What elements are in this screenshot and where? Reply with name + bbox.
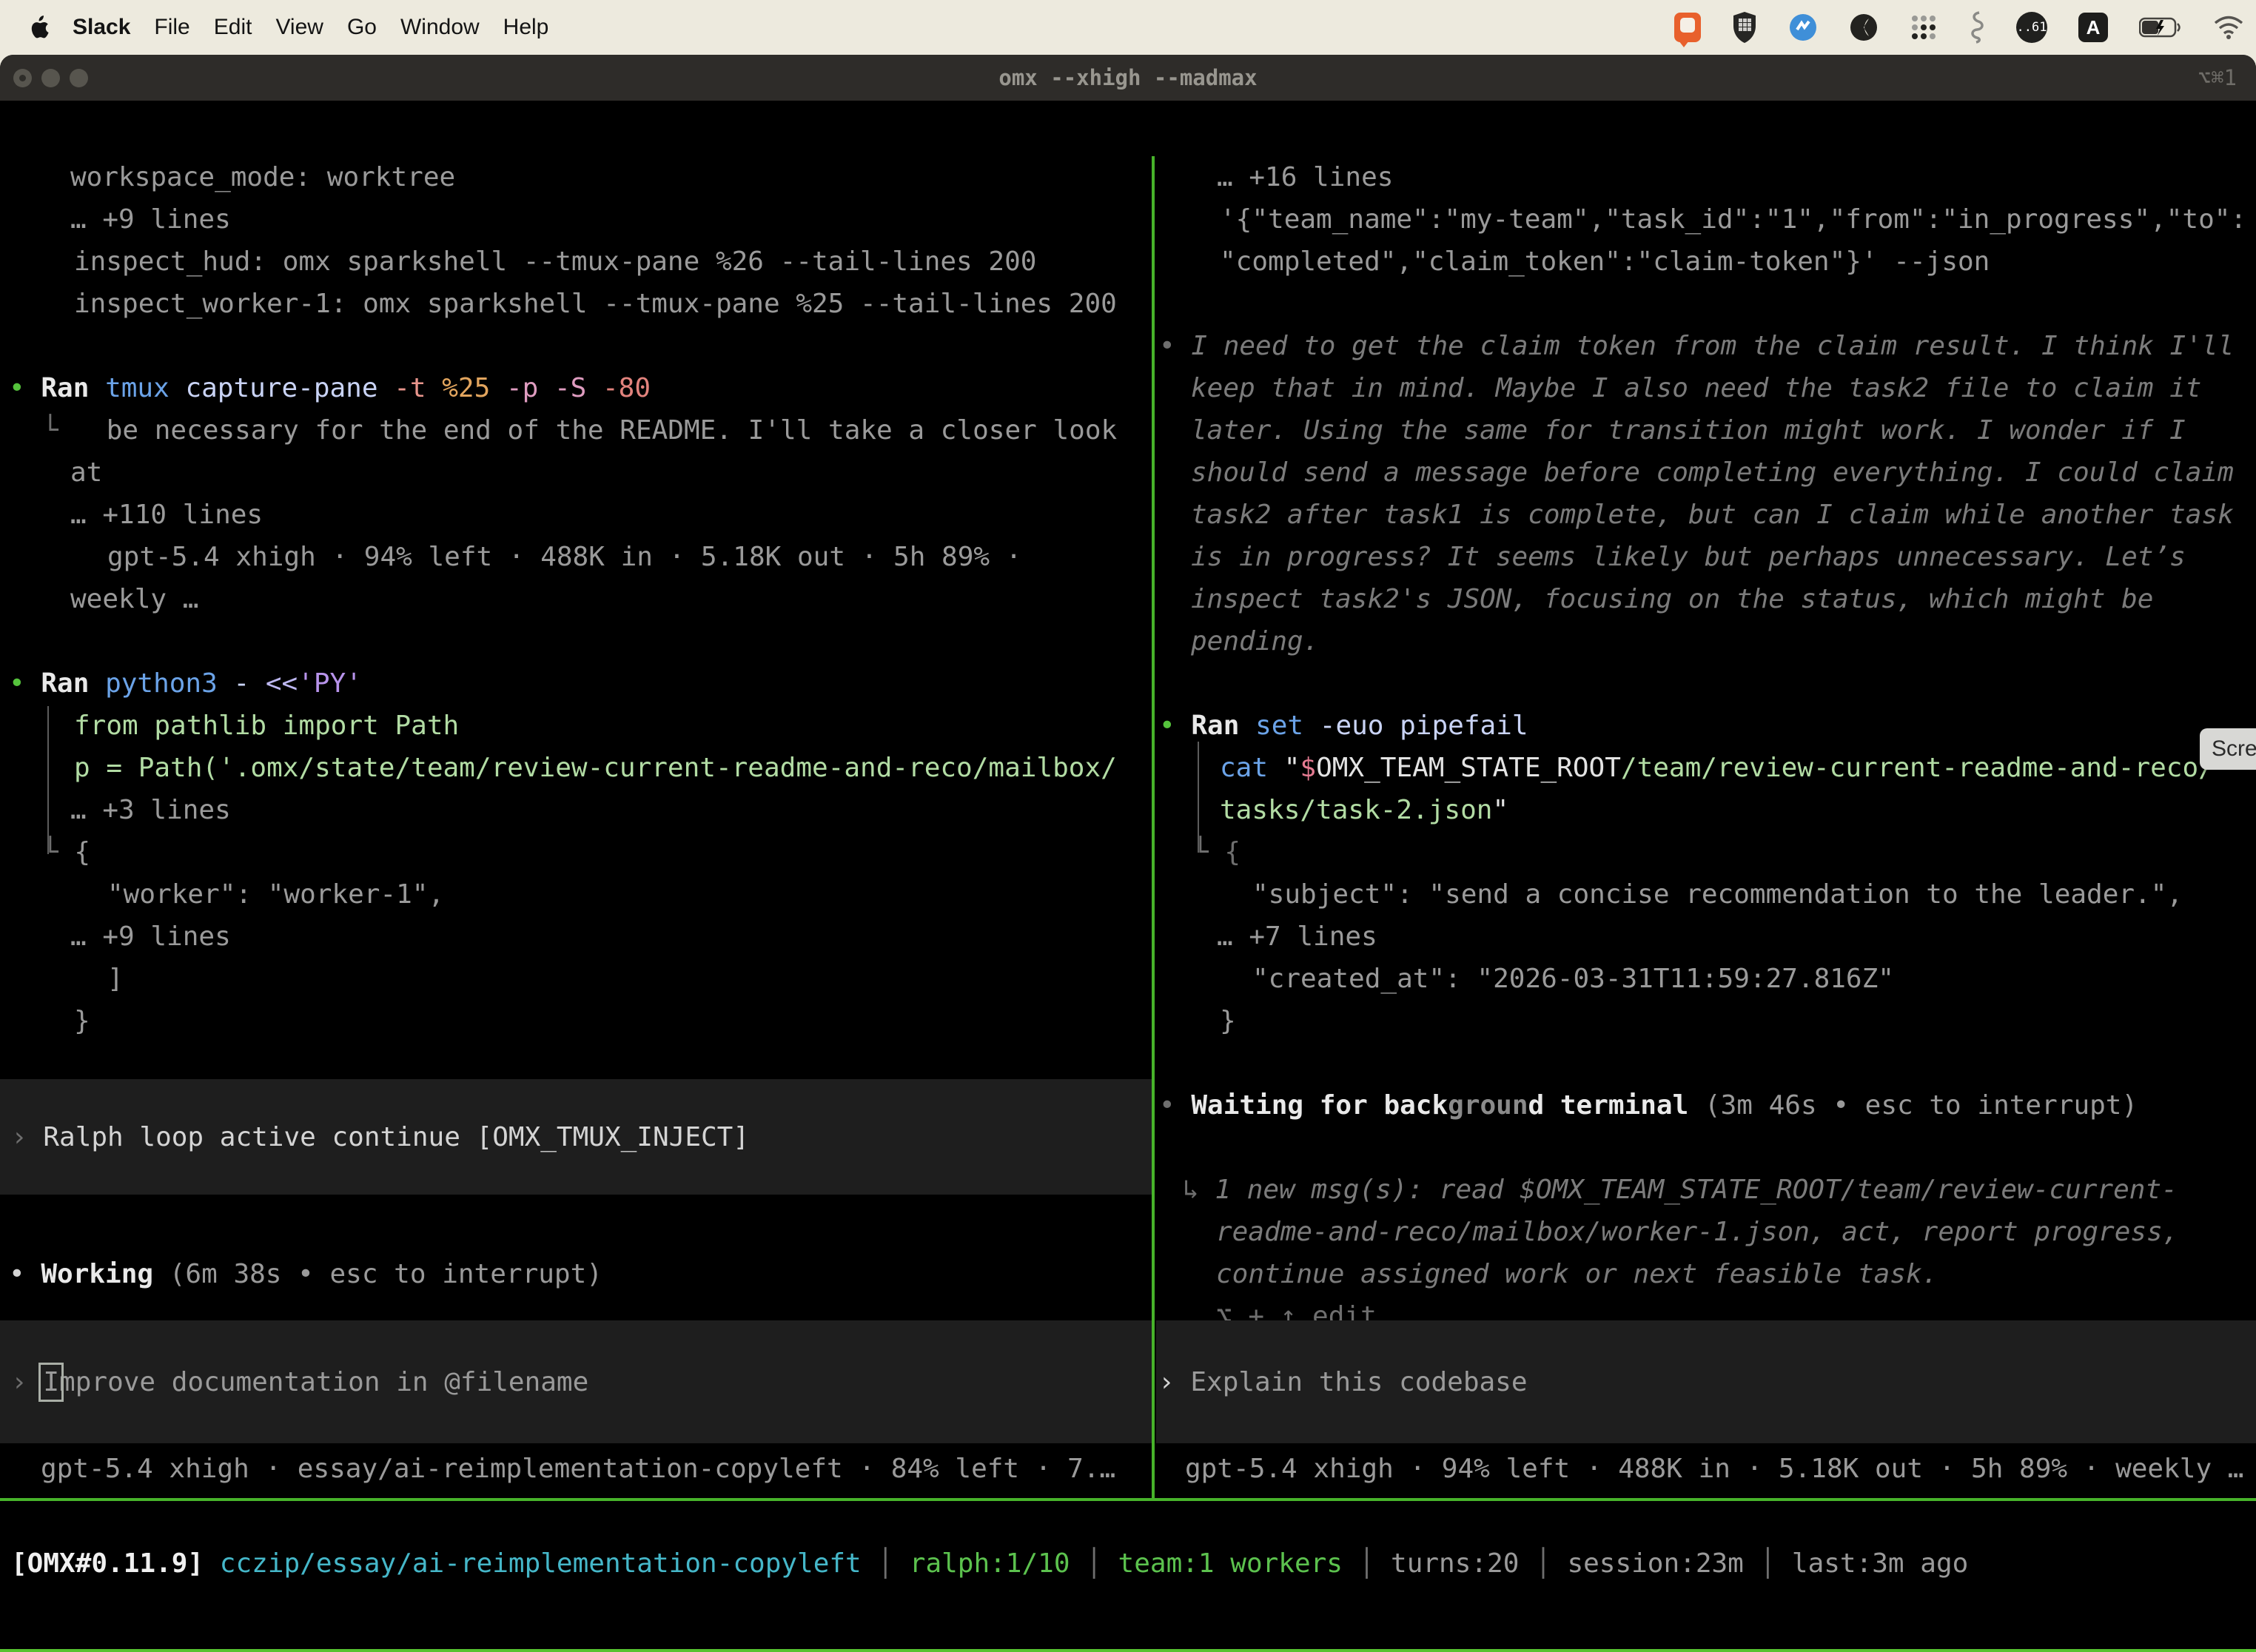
pane-divider-horizontal[interactable]	[0, 1498, 2256, 1501]
connector-line	[47, 706, 49, 854]
new-message-note: ↳ 1 new msg(s): read $OMX_TEAM_STATE_ROO…	[1156, 1169, 2256, 1337]
menu-edit[interactable]: Edit	[214, 15, 252, 40]
wifi-icon[interactable]	[2213, 16, 2244, 39]
left-pane-output: workspace_mode: worktree… +9 linesinspec…	[0, 156, 1152, 1042]
menu-bar: Slack File Edit View Go Window Help ..61…	[0, 0, 2256, 55]
input-source-icon[interactable]: A	[2078, 13, 2108, 42]
waiting-status-line: • Waiting for background terminal (3m 46…	[1156, 1084, 2256, 1126]
terminal-window: omx --xhigh --madmax ⌥⌘1 workspace_mode:…	[0, 55, 2256, 1652]
apple-logo-icon[interactable]	[30, 16, 49, 39]
menu-window[interactable]: Window	[400, 15, 480, 40]
battery-percent-badge-icon[interactable]: ..61	[2016, 12, 2047, 43]
menu-file[interactable]: File	[154, 15, 189, 40]
left-prompt-input[interactable]: › Improve documentation in @filename	[0, 1320, 1152, 1443]
shield-icon[interactable]	[1732, 12, 1757, 43]
right-prompt-input[interactable]: › Explain this codebase	[1156, 1320, 2256, 1443]
window-titlebar[interactable]: omx --xhigh --madmax ⌥⌘1	[0, 55, 2256, 101]
chat-app-icon[interactable]	[1674, 13, 1701, 42]
tmux-status-bar: [omx-cczip0:bash* "MacBook-Pro-44.local"…	[0, 1649, 2256, 1652]
menu-app-name[interactable]: Slack	[73, 15, 130, 40]
menu-view[interactable]: View	[275, 15, 323, 40]
right-model-status-line: gpt-5.4 xhigh · 94% left · 488K in · 5.1…	[1156, 1448, 2256, 1490]
record-circle-icon[interactable]	[1849, 13, 1879, 42]
left-terminal-pane[interactable]: workspace_mode: worktree… +9 linesinspec…	[0, 156, 1152, 1498]
window-shortcut: ⌥⌘1	[2198, 55, 2237, 101]
pane-divider-vertical[interactable]	[1152, 156, 1155, 1498]
battery-icon[interactable]	[2139, 17, 2182, 38]
working-status-line: • Working (6m 38s • esc to interrupt)	[0, 1253, 1152, 1295]
left-model-status-line: gpt-5.4 xhigh · essay/ai-reimplementatio…	[0, 1448, 1152, 1490]
menu-go[interactable]: Go	[347, 15, 377, 40]
menu-help[interactable]: Help	[503, 15, 549, 40]
screenshot-notification[interactable]: Scre	[2200, 728, 2256, 770]
right-pane-output: … +16 lines'{"team_name":"my-team","task…	[1156, 156, 2256, 1042]
dots-grid-icon[interactable]	[1910, 13, 1938, 41]
omx-hud-status-line: [OMX#0.11.9] cczip/essay/ai-reimplementa…	[0, 1542, 2256, 1585]
menu-bar-status-icons: ..61 A	[1674, 0, 2244, 55]
ralph-loop-band: › Ralph loop active continue [OMX_TMUX_I…	[0, 1079, 1152, 1195]
connector-line	[1198, 742, 1199, 853]
window-title: omx --xhigh --madmax	[0, 55, 2256, 101]
right-terminal-pane[interactable]: … +16 lines'{"team_name":"my-team","task…	[1156, 156, 2256, 1498]
bolt-badge-icon[interactable]	[1788, 13, 1818, 42]
squiggle-icon[interactable]	[1969, 11, 1985, 44]
